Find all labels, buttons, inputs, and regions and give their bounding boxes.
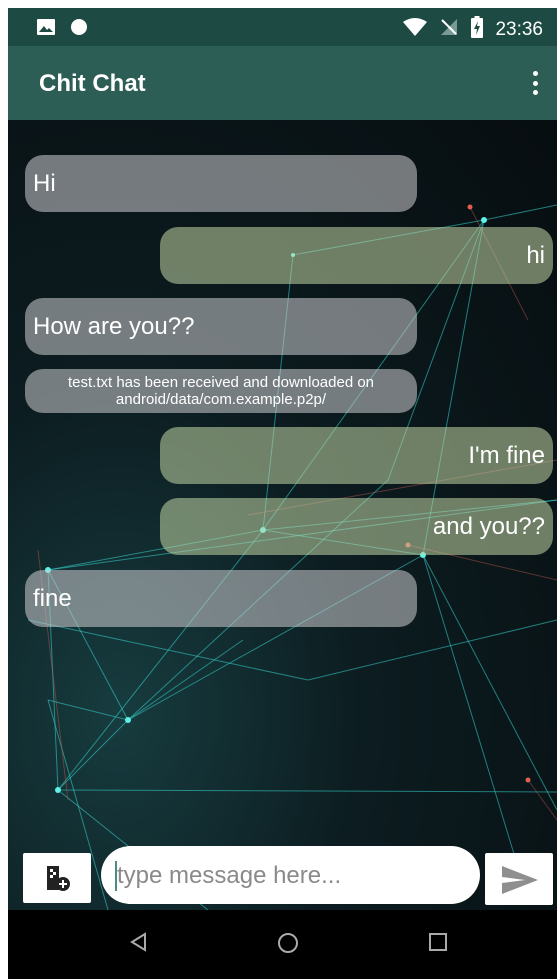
message-input[interactable]: type message here...: [101, 846, 480, 904]
app-bar: Chit Chat: [8, 46, 557, 120]
message-input-placeholder: type message here...: [117, 862, 342, 889]
attach-file-icon: [45, 864, 71, 897]
composer-bar: type message here...: [8, 844, 557, 910]
home-icon[interactable]: [277, 932, 299, 959]
phone-screen: 23:36 Chit Chat Hi hi How are you?? test…: [8, 8, 557, 979]
attach-file-button[interactable]: [23, 853, 91, 903]
message-bubble-incoming: How are you??: [25, 298, 417, 355]
message-bubble-incoming: Hi: [25, 155, 417, 212]
message-bubble-incoming: test.txt has been received and downloade…: [25, 369, 417, 413]
image-icon: [36, 18, 56, 41]
battery-charging-icon: [471, 16, 484, 44]
status-bar: 23:36: [8, 8, 557, 46]
message-bubble-outgoing: hi: [160, 227, 553, 284]
navigation-bar: [8, 910, 557, 979]
more-vert-icon[interactable]: [529, 68, 541, 98]
circle-icon: [70, 18, 88, 41]
chat-area[interactable]: Hi hi How are you?? test.txt has been re…: [8, 120, 557, 910]
send-icon: [501, 865, 539, 900]
app-title: Chit Chat: [39, 70, 146, 97]
message-bubble-outgoing: and you??: [160, 498, 553, 555]
wifi-icon: [403, 18, 428, 42]
message-bubble-incoming: fine: [25, 570, 417, 627]
back-icon[interactable]: [129, 932, 149, 957]
no-sim-icon: [439, 17, 459, 43]
clock-time: 23:36: [495, 19, 543, 40]
send-button[interactable]: [485, 853, 553, 905]
recents-icon[interactable]: [428, 932, 448, 957]
message-bubble-outgoing: I'm fine: [160, 427, 553, 484]
